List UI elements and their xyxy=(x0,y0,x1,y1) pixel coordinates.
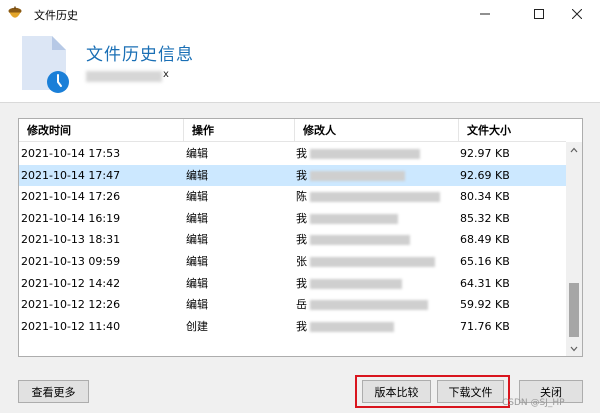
cell-action: 编辑 xyxy=(186,233,208,247)
cell-user: 我 xyxy=(296,208,460,230)
cell-action: 编辑 xyxy=(186,276,208,290)
table-row[interactable]: 2021-10-14 17:53 编辑 我 92.97 KB xyxy=(19,143,567,165)
cell-size: 92.97 KB xyxy=(460,147,510,160)
table-row[interactable]: 2021-10-14 16:19 编辑 我 85.32 KB xyxy=(19,208,567,230)
window-title: 文件历史 xyxy=(34,9,78,22)
cell-time: 2021-10-12 14:42 xyxy=(21,276,121,290)
table-row[interactable]: 2021-10-12 14:42 编辑 我 64.31 KB xyxy=(19,273,567,295)
cell-size: 71.76 KB xyxy=(460,319,510,333)
table-row[interactable]: 2021-10-13 09:59 编辑 张 65.16 KB xyxy=(19,251,567,273)
header-corner xyxy=(566,119,582,142)
file-path-tail: x xyxy=(163,69,169,80)
table-row[interactable]: 2021-10-13 18:31 编辑 我 68.49 KB xyxy=(19,229,567,251)
redacted-email xyxy=(310,256,435,267)
view-more-button[interactable]: 查看更多 xyxy=(18,380,89,403)
file-info-header: 文件历史信息 x xyxy=(0,28,600,102)
cell-time: 2021-10-13 09:59 xyxy=(21,254,121,268)
cell-size: 68.49 KB xyxy=(460,233,510,247)
scroll-up-button[interactable] xyxy=(566,142,582,158)
user-name: 我 xyxy=(296,276,307,290)
maximize-icon xyxy=(534,9,544,19)
redacted-email xyxy=(310,235,410,246)
column-header-action[interactable]: 操作 xyxy=(184,119,295,142)
table-row[interactable]: 2021-10-12 11:40 创建 我 71.76 KB xyxy=(19,316,567,338)
vertical-scrollbar[interactable] xyxy=(566,142,582,356)
redacted-email xyxy=(310,192,440,203)
redacted-email xyxy=(310,170,405,181)
cell-user: 岳 xyxy=(296,294,460,316)
user-name: 我 xyxy=(296,147,307,160)
table-row[interactable]: 2021-10-14 17:26 编辑 陈 80.34 KB xyxy=(19,186,567,208)
redacted-email xyxy=(310,278,402,289)
download-file-button[interactable]: 下载文件 xyxy=(437,380,504,403)
user-name: 我 xyxy=(296,233,307,247)
cell-user: 我 xyxy=(296,229,460,251)
cell-action: 编辑 xyxy=(186,298,208,312)
column-header-user[interactable]: 修改人 xyxy=(295,119,459,142)
close-icon xyxy=(572,9,582,19)
cell-action: 编辑 xyxy=(186,147,208,160)
column-header-time[interactable]: 修改时间 xyxy=(19,119,184,142)
cell-time: 2021-10-14 17:26 xyxy=(21,190,121,204)
history-list[interactable]: 修改时间 操作 修改人 文件大小 2021-10-14 17:53 编辑我 92.9… xyxy=(18,118,583,357)
user-name: 陈 xyxy=(296,190,307,204)
document-history-icon xyxy=(22,36,69,93)
cell-time: 2021-10-12 11:40 xyxy=(21,319,121,333)
list-rows: 2021-10-14 17:53 编辑我 92.97 KB 2021-10-14 17… xyxy=(19,143,567,337)
cell-action: 编辑 xyxy=(186,211,208,225)
table-row[interactable]: 2021-10-12 12:26 编辑 岳 59.92 KB xyxy=(19,294,567,316)
file-path-redacted xyxy=(86,71,162,82)
column-header-size[interactable]: 文件大小 xyxy=(459,119,567,142)
user-name: 张 xyxy=(296,254,307,268)
watermark: CSDN @SJ_HP xyxy=(502,398,565,408)
cell-user: 我 xyxy=(296,143,460,165)
cell-action: 编辑 xyxy=(186,168,208,182)
user-name: 岳 xyxy=(296,298,307,312)
page-title: 文件历史信息 xyxy=(86,45,194,65)
cell-action: 编辑 xyxy=(186,190,208,204)
user-name: 我 xyxy=(296,168,307,182)
cell-time: 2021-10-14 17:53 xyxy=(21,147,121,160)
cell-action: 创建 xyxy=(186,319,208,333)
cell-user: 我 xyxy=(296,165,460,187)
minimize-icon xyxy=(480,13,490,15)
compare-versions-button[interactable]: 版本比较 xyxy=(362,380,431,403)
cell-action: 编辑 xyxy=(186,254,208,268)
table-row[interactable]: 2021-10-14 17:47 编辑 我 92.69 KB xyxy=(19,164,567,187)
redacted-email xyxy=(310,213,398,224)
cell-size: 92.69 KB xyxy=(460,168,510,182)
redacted-email xyxy=(310,321,394,332)
cell-time: 2021-10-14 16:19 xyxy=(21,211,121,225)
redacted-email xyxy=(310,300,428,311)
cell-time: 2021-10-12 12:26 xyxy=(21,298,121,312)
minimize-button[interactable] xyxy=(462,0,508,28)
acorn-icon xyxy=(8,6,22,18)
cell-time: 2021-10-14 17:47 xyxy=(21,168,121,182)
chevron-up-icon xyxy=(570,147,578,153)
scrollbar-thumb[interactable] xyxy=(569,283,579,337)
cell-size: 65.16 KB xyxy=(460,254,510,268)
close-window-button[interactable] xyxy=(554,0,600,28)
cell-user: 张 xyxy=(296,251,460,273)
list-header: 修改时间 操作 修改人 文件大小 xyxy=(19,119,567,142)
cell-size: 80.34 KB xyxy=(460,190,510,204)
cell-user: 我 xyxy=(296,316,460,338)
cell-size: 85.32 KB xyxy=(460,211,510,225)
chevron-down-icon xyxy=(570,346,578,352)
cell-size: 59.92 KB xyxy=(460,298,510,312)
cell-user: 陈 xyxy=(296,186,460,208)
dialog-body: 修改时间 操作 修改人 文件大小 2021-10-14 17:53 编辑我 92.9… xyxy=(0,102,600,413)
user-name: 我 xyxy=(296,211,307,225)
user-name: 我 xyxy=(296,319,307,333)
cell-size: 64.31 KB xyxy=(460,276,510,290)
cell-time: 2021-10-13 18:31 xyxy=(21,233,121,247)
scroll-down-button[interactable] xyxy=(566,341,582,356)
cell-user: 我 xyxy=(296,273,460,295)
title-bar: 文件历史 xyxy=(0,0,600,28)
redacted-email xyxy=(310,149,420,159)
